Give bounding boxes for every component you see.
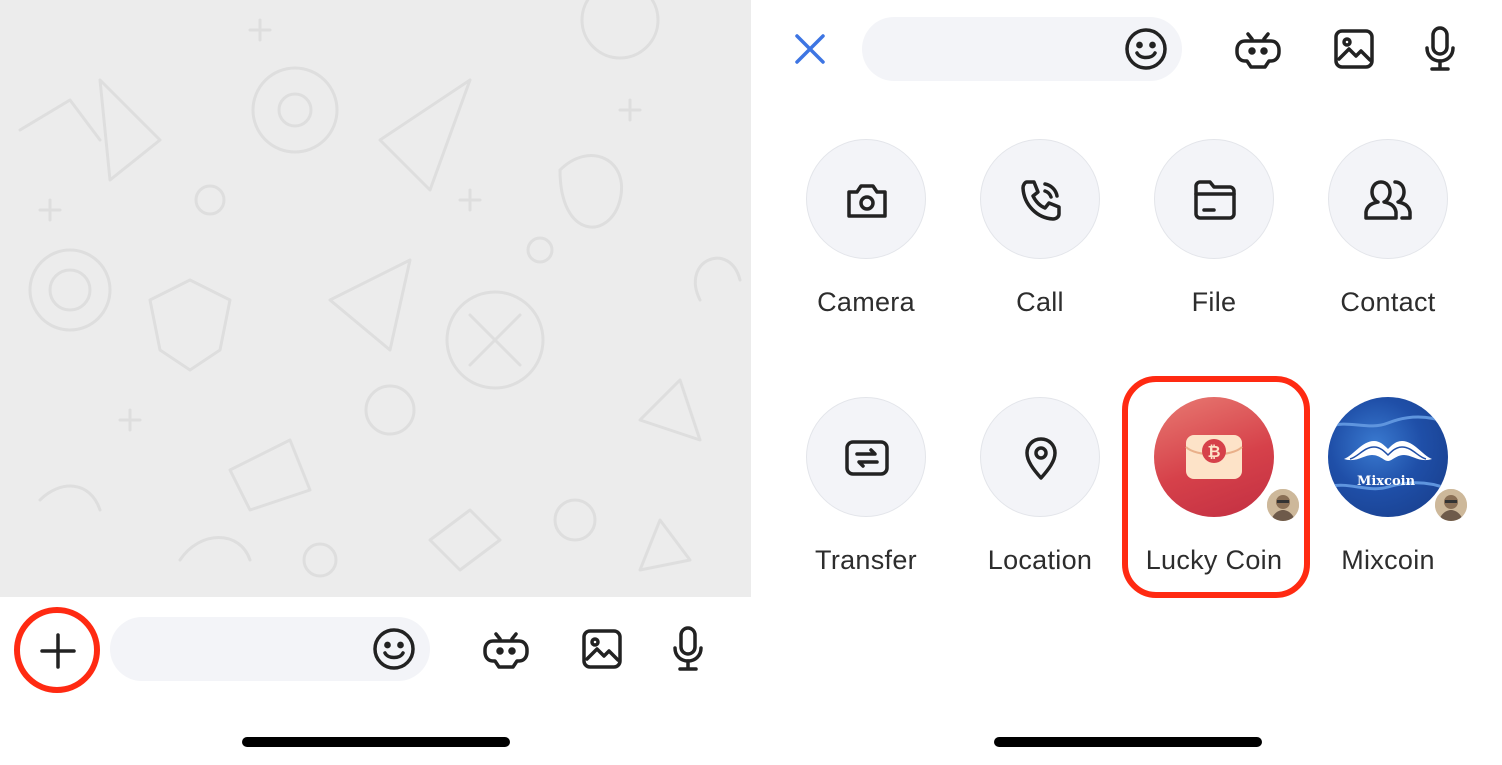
attachment-transfer[interactable]: Transfer (779, 397, 953, 597)
bot-icon[interactable] (483, 627, 529, 671)
home-indicator (994, 737, 1262, 747)
attachment-camera[interactable]: Camera (779, 139, 953, 339)
call-label: Call (1016, 287, 1064, 317)
contact-label: Contact (1340, 287, 1436, 317)
attachment-contact[interactable]: Contact (1301, 139, 1475, 339)
contact-button[interactable] (1328, 139, 1448, 259)
highlight-box (1122, 376, 1310, 598)
close-icon[interactable] (793, 32, 827, 66)
attachment-file[interactable]: File (1127, 139, 1301, 339)
location-label: Location (987, 545, 1093, 575)
image-icon[interactable] (581, 628, 623, 670)
svg-text:Mixcoin: Mixcoin (1357, 474, 1416, 489)
camera-button[interactable] (806, 139, 926, 259)
attachment-location[interactable]: Location (953, 397, 1127, 597)
attachment-mixcoin[interactable]: Mixcoin Mixcoin (1301, 397, 1475, 597)
attachment-call[interactable]: Call (953, 139, 1127, 339)
file-label: File (1191, 287, 1237, 317)
file-button[interactable] (1154, 139, 1274, 259)
chat-wallpaper (0, 0, 751, 597)
emoji-icon[interactable] (372, 627, 416, 671)
home-indicator (242, 737, 510, 747)
microphone-icon[interactable] (1424, 26, 1456, 72)
call-button[interactable] (980, 139, 1100, 259)
transfer-label: Transfer (815, 545, 917, 575)
avatar (1432, 486, 1470, 524)
mixcoin-button[interactable]: Mixcoin (1328, 397, 1448, 517)
microphone-icon[interactable] (672, 626, 704, 672)
plus-icon[interactable] (39, 632, 77, 670)
image-icon[interactable] (1333, 28, 1375, 70)
emoji-icon[interactable] (1124, 27, 1168, 71)
transfer-button[interactable] (806, 397, 926, 517)
mixcoin-logo: Mixcoin (1328, 415, 1448, 491)
camera-label: Camera (817, 287, 915, 317)
mixcoin-label: Mixcoin (1341, 545, 1435, 575)
attachment-screen: Camera Call File Contact Transfer Locati… (751, 0, 1502, 765)
chat-screen (0, 0, 751, 765)
bot-icon[interactable] (1235, 27, 1281, 71)
location-button[interactable] (980, 397, 1100, 517)
